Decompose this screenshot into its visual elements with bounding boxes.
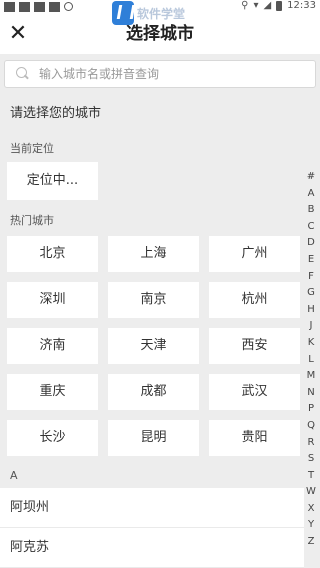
index-letter[interactable]: Q — [307, 418, 315, 435]
hot-city-button[interactable]: 杭州 — [209, 282, 300, 318]
hot-city-button[interactable]: 成都 — [108, 374, 199, 410]
index-letter[interactable]: H — [307, 302, 315, 319]
notification-icon — [34, 2, 45, 12]
prompt-text: 请选择您的城市 — [10, 106, 102, 121]
index-letter[interactable]: # — [307, 169, 315, 186]
hot-city-button[interactable]: 西安 — [209, 328, 300, 364]
wifi-icon: ▾ — [253, 0, 259, 11]
index-letter[interactable]: Y — [308, 517, 314, 534]
status-icons — [4, 2, 73, 12]
status-right: ⚲ ▾ ◢ 12:33 — [241, 0, 316, 11]
sync-icon — [64, 2, 73, 11]
index-letter[interactable]: D — [307, 235, 315, 252]
close-button[interactable]: ✕ — [6, 22, 30, 46]
index-letter[interactable]: G — [307, 285, 315, 302]
index-letter[interactable]: J — [310, 318, 313, 335]
hot-city-button[interactable]: 广州 — [209, 236, 300, 272]
hot-city-button[interactable]: 北京 — [7, 236, 98, 272]
index-letter[interactable]: P — [308, 401, 314, 418]
close-icon: ✕ — [8, 21, 28, 46]
hot-city-button[interactable]: 昆明 — [108, 420, 199, 456]
index-letter[interactable]: B — [308, 202, 315, 219]
city-list: 阿坝州 阿克苏 — [0, 488, 304, 568]
hot-city-button[interactable]: 重庆 — [7, 374, 98, 410]
current-location-button[interactable]: 定位中... — [7, 162, 98, 200]
index-letter[interactable]: K — [308, 335, 315, 352]
index-letter[interactable]: X — [308, 501, 315, 518]
index-letter[interactable]: T — [308, 468, 314, 485]
location-icon: ⚲ — [241, 0, 249, 11]
current-location-label: 当前定位 — [10, 142, 54, 155]
battery-icon — [276, 0, 283, 11]
hot-city-button[interactable]: 南京 — [108, 282, 199, 318]
watermark: 软件学堂 — [112, 0, 185, 26]
alphabet-index[interactable]: # A B C D E F G H J K L M N P Q R S T W … — [304, 169, 318, 551]
search-icon — [16, 67, 27, 78]
index-letter[interactable]: A — [308, 186, 315, 203]
index-letter[interactable]: C — [308, 219, 315, 236]
index-letter[interactable]: S — [308, 451, 314, 468]
city-list-item[interactable]: 阿克苏 — [0, 528, 304, 568]
hot-city-button[interactable]: 武汉 — [209, 374, 300, 410]
index-letter[interactable]: R — [308, 435, 315, 452]
notification-icon — [19, 2, 30, 12]
watermark-text: 软件学堂 — [137, 6, 186, 21]
group-header: A — [10, 469, 18, 482]
search-input[interactable] — [39, 61, 309, 87]
notification-icon — [4, 2, 15, 12]
hot-cities-grid: 北京 上海 广州 深圳 南京 杭州 济南 天津 西安 重庆 成都 武汉 长沙 昆… — [7, 236, 300, 456]
index-letter[interactable]: W — [306, 484, 316, 501]
index-letter[interactable]: M — [307, 368, 316, 385]
hot-city-button[interactable]: 济南 — [7, 328, 98, 364]
hot-city-button[interactable]: 长沙 — [7, 420, 98, 456]
hot-city-button[interactable]: 天津 — [108, 328, 199, 364]
search-box — [4, 60, 316, 88]
notification-icon — [49, 2, 60, 12]
hot-city-button[interactable]: 上海 — [108, 236, 199, 272]
index-letter[interactable]: F — [308, 269, 314, 286]
index-letter[interactable]: L — [308, 352, 314, 369]
index-letter[interactable]: N — [307, 385, 314, 402]
hot-city-button[interactable]: 贵阳 — [209, 420, 300, 456]
hot-city-button[interactable]: 深圳 — [7, 282, 98, 318]
index-letter[interactable]: E — [308, 252, 314, 269]
watermark-logo-icon — [112, 1, 134, 25]
index-letter[interactable]: Z — [308, 534, 315, 551]
status-time: 12:33 — [287, 0, 316, 11]
hot-cities-label: 热门城市 — [10, 214, 54, 227]
city-list-item[interactable]: 阿坝州 — [0, 488, 304, 528]
signal-icon: ◢ — [263, 0, 272, 11]
